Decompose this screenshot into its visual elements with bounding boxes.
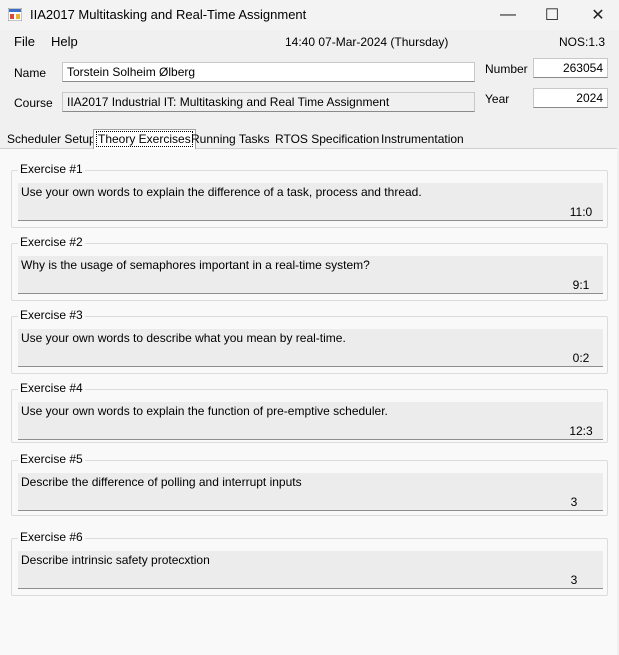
exercise-group-1: Exercise #1 Use your own words to explai… [11,162,608,228]
exercise-question-field[interactable]: Use your own words to describe what you … [18,329,603,367]
exercise-question: Use your own words to explain the functi… [21,404,388,418]
exercise-title: Exercise #2 [18,235,85,249]
name-field[interactable]: Torstein Solheim Ølberg [62,62,475,82]
close-icon: ✕ [591,7,605,24]
course-field[interactable]: IIA2017 Industrial IT: Multitasking and … [62,92,475,112]
year-label: Year [485,92,510,106]
name-label: Name [14,66,47,80]
exercise-title: Exercise #1 [18,162,85,176]
exercise-question-field[interactable]: Use your own words to explain the differ… [18,183,603,221]
exercise-answer-field[interactable]: 3 [545,572,603,589]
exercise-question: Why is the usage of semaphores important… [21,258,370,272]
menu-file[interactable]: File [14,34,35,50]
app-icon [8,8,22,21]
exercise-group-3: Exercise #3 Use your own words to descri… [11,308,608,374]
datetime-display: 14:40 07-Mar-2024 (Thursday) [285,35,449,49]
exercise-answer-field[interactable]: 11:0 [561,204,601,221]
exercise-question: Use your own words to explain the differ… [21,185,422,199]
number-field[interactable]: 263054 [533,58,608,78]
exercise-question-field[interactable]: Describe intrinsic safety protecxtion [18,551,603,589]
tab-rtos-specification[interactable]: RTOS Specification [272,131,382,148]
minimize-icon: — [500,6,516,23]
year-field[interactable]: 2024 [533,88,608,108]
exercise-answer-field[interactable]: 12:3 [561,423,601,440]
tab-scheduler-setup[interactable]: Scheduler Setup [4,131,99,148]
exercise-question: Use your own words to describe what you … [21,331,346,345]
menu-help[interactable]: Help [51,34,78,50]
exercise-group-2: Exercise #2 Why is the usage of semaphor… [11,235,608,301]
exercise-question-field[interactable]: Describe the difference of polling and i… [18,473,603,511]
tab-instrumentation[interactable]: Instrumentation [378,131,467,148]
exercise-question: Describe the difference of polling and i… [21,475,302,489]
number-label: Number [485,62,528,76]
nos-version: NOS:1.3 [559,35,606,49]
minimize-button[interactable]: — [485,0,531,30]
exercise-answer-field[interactable]: 3 [545,494,603,511]
exercise-group-5: Exercise #5 Describe the difference of p… [11,452,608,516]
tab-running-tasks[interactable]: Running Tasks [188,131,273,148]
tab-theory-exercises-label: Theory Exercises [96,131,193,147]
exercise-group-6: Exercise #6 Describe intrinsic safety pr… [11,530,608,596]
exercise-group-4: Exercise #4 Use your own words to explai… [11,381,608,443]
maximize-button[interactable]: ☐ [529,0,575,30]
exercise-title: Exercise #6 [18,530,85,544]
maximize-icon: ☐ [544,7,560,24]
course-label: Course [14,96,53,110]
exercise-question-field[interactable]: Use your own words to explain the functi… [18,402,603,440]
exercise-title: Exercise #5 [18,452,85,466]
exercise-answer-field[interactable]: 0:2 [561,350,601,367]
exercise-question: Describe intrinsic safety protecxtion [21,553,210,567]
window-title: IIA2017 Multitasking and Real-Time Assig… [30,7,307,22]
exercise-answer-field[interactable]: 9:1 [561,277,601,294]
exercise-title: Exercise #4 [18,381,85,395]
exercise-question-field[interactable]: Why is the usage of semaphores important… [18,256,603,294]
close-button[interactable]: ✕ [575,0,619,30]
tab-theory-exercises[interactable]: Theory Exercises [93,129,196,149]
exercise-title: Exercise #3 [18,308,85,322]
